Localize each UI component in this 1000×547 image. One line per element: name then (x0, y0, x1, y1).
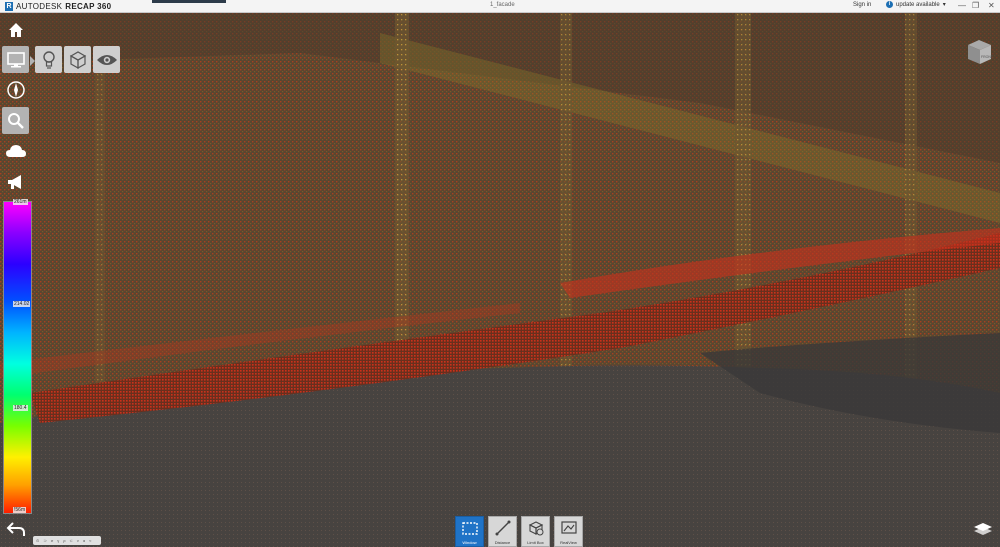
brand: R AUTODESK RECAP 360 (5, 1, 111, 11)
realview-icon (560, 521, 577, 534)
cube-icon (69, 50, 86, 69)
sign-in-link[interactable]: Sign in (853, 2, 871, 8)
nav-item[interactable]: ⊙ (36, 536, 39, 545)
nav-item[interactable]: σ (51, 536, 53, 545)
back-arrow-icon (6, 521, 25, 536)
search-icon (7, 112, 24, 129)
home-button[interactable] (2, 16, 29, 43)
point-cloud-viewport[interactable]: FRONT (0, 13, 1000, 547)
announce-button[interactable] (2, 168, 29, 195)
layers-icon[interactable] (972, 521, 994, 539)
realview-button[interactable]: RealView (554, 516, 583, 547)
point-cloud-scene (0, 13, 1000, 547)
lighting-button[interactable] (35, 46, 62, 73)
update-available-menu[interactable]: i update available ▾ (886, 1, 946, 8)
navigation-bar[interactable]: ⊙ ⊃ σ γ ρ ⊂ ν α ≈ (33, 536, 101, 545)
active-tab-marker (152, 0, 226, 3)
chevron-down-icon: ▾ (942, 2, 946, 8)
display-settings-button[interactable] (2, 46, 29, 73)
window-select-icon (461, 522, 478, 535)
close-button[interactable]: ✕ (988, 1, 995, 11)
compass-icon (6, 80, 25, 99)
visibility-button[interactable] (93, 46, 120, 73)
nav-item[interactable]: ρ (63, 536, 65, 545)
distance-label: Distance (494, 540, 511, 545)
scan-region-button[interactable] (64, 46, 91, 73)
limit-box-button[interactable]: Limit Box (521, 516, 550, 547)
bottom-tool-dock: Window Distance Limit Box RealView (455, 516, 583, 547)
nav-item[interactable]: ≈ (89, 536, 91, 545)
search-button[interactable] (2, 107, 29, 134)
distance-button[interactable]: Distance (488, 516, 517, 547)
recap-logo-icon: R (5, 1, 13, 11)
nav-item[interactable]: ν (77, 536, 79, 545)
restore-button[interactable]: ❐ (972, 1, 979, 11)
megaphone-icon (7, 174, 21, 189)
navigate-button[interactable] (2, 76, 29, 103)
update-label: update available (896, 1, 940, 8)
window-label: Window (462, 540, 477, 545)
window-select-button[interactable]: Window (455, 516, 484, 547)
lightbulb-icon (42, 50, 55, 69)
cloud-button[interactable] (2, 137, 29, 164)
elevation-legend (3, 201, 32, 514)
limit-box-label: Limit Box (527, 540, 544, 545)
eye-icon (96, 54, 117, 65)
limit-box-icon (528, 521, 543, 536)
nav-item[interactable]: ⊂ (69, 536, 72, 545)
viewcube-label: FRONT (981, 55, 994, 59)
home-icon (8, 22, 23, 37)
legend-bottom-value: !56m (13, 507, 27, 513)
nav-item[interactable]: ⊃ (43, 536, 46, 545)
nav-item[interactable]: γ (57, 536, 59, 545)
document-name: 1_facade (490, 2, 515, 8)
legend-lower-value: 180.4 (13, 405, 28, 411)
title-bar: R AUTODESK RECAP 360 1_facade Sign in i … (0, 0, 1000, 13)
back-button[interactable] (2, 515, 29, 542)
legend-mid-value: 214.02 (13, 301, 31, 307)
viewcube-icon[interactable]: FRONT (964, 37, 994, 67)
minimize-button[interactable]: — (958, 1, 966, 11)
info-icon: i (886, 1, 893, 8)
brand-product: RECAP 360 (65, 1, 112, 11)
cloud-icon (5, 144, 26, 157)
distance-icon (495, 520, 510, 536)
display-icon (6, 51, 25, 67)
nav-item[interactable]: α (83, 536, 85, 545)
realview-label: RealView (560, 540, 577, 545)
legend-top-value: 261m (13, 199, 28, 205)
brand-autodesk: AUTODESK (16, 1, 63, 11)
